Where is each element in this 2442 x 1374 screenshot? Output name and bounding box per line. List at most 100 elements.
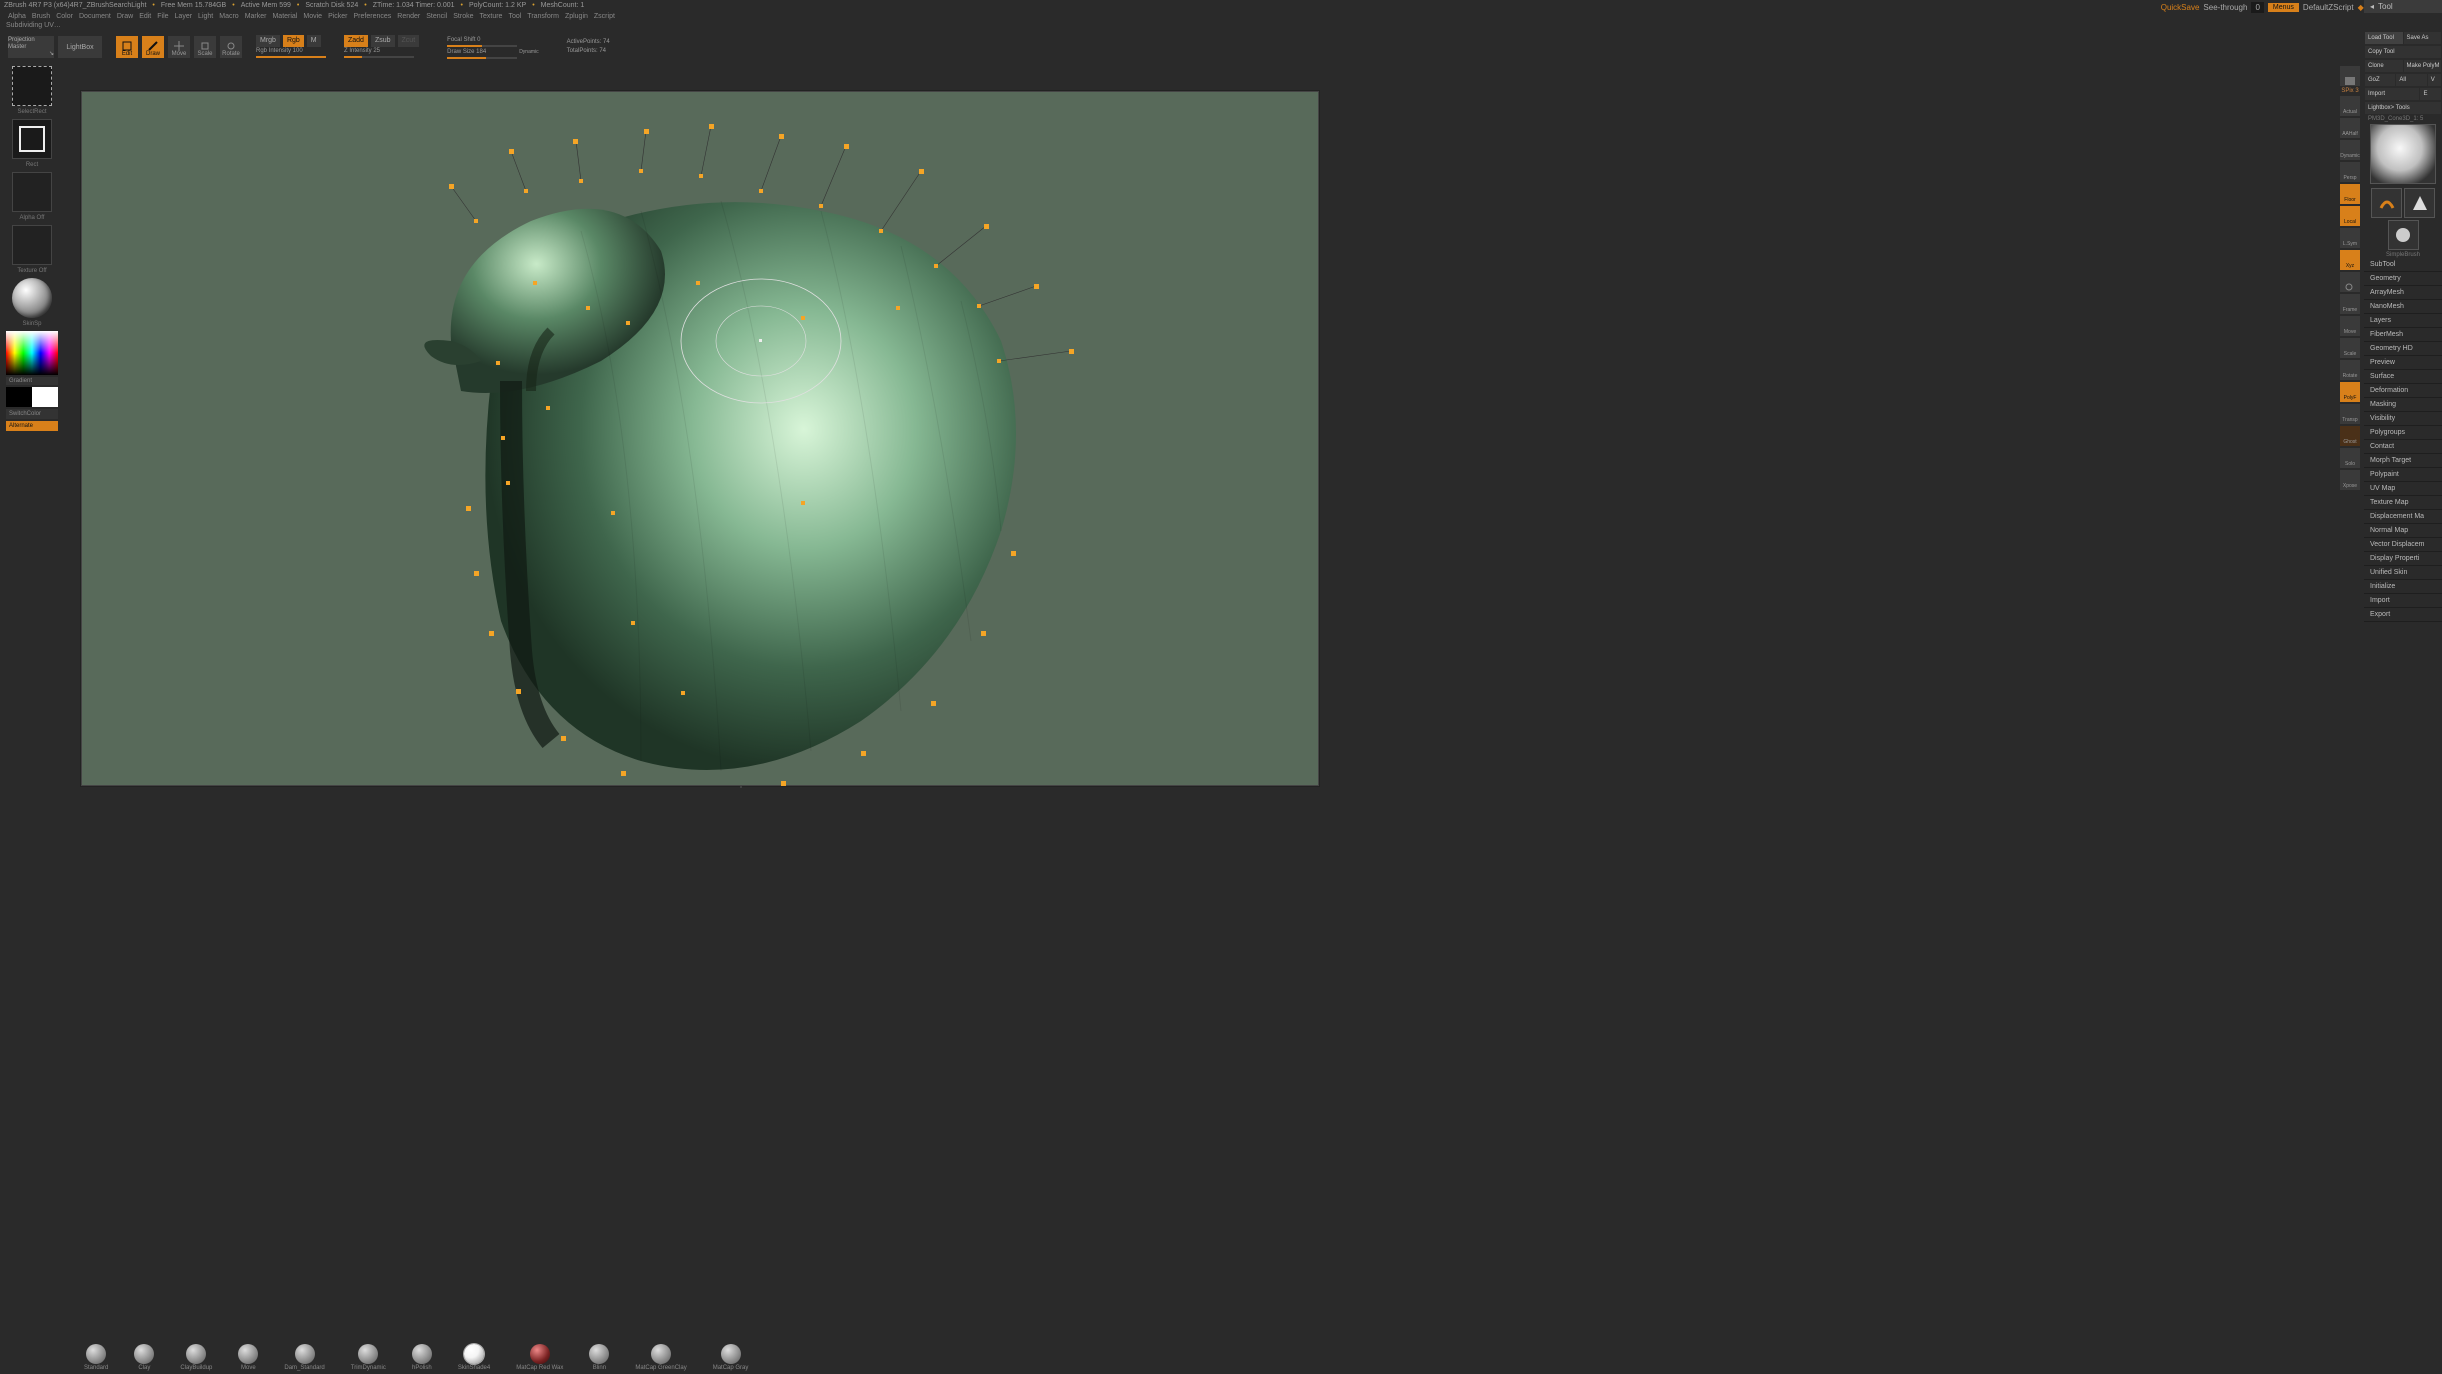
- focal-shift-slider[interactable]: Focal Shift 0: [447, 35, 480, 45]
- dynamic-button[interactable]: Dynamic: [2340, 140, 2360, 160]
- menu-macro[interactable]: Macro: [219, 13, 238, 20]
- solo-button[interactable]: Solo: [2340, 448, 2360, 468]
- sec-morphtarget[interactable]: Morph Target: [2364, 454, 2442, 468]
- menu-texture[interactable]: Texture: [479, 13, 502, 20]
- sec-texturemap[interactable]: Texture Map: [2364, 496, 2442, 510]
- projection-master-button[interactable]: Projection Master↘: [8, 36, 54, 58]
- edit-mode-button[interactable]: Edit: [116, 36, 138, 58]
- floor-button[interactable]: Floor: [2340, 184, 2360, 204]
- sec-contact[interactable]: Contact: [2364, 440, 2442, 454]
- lightbox-button[interactable]: LightBox: [58, 36, 102, 58]
- sec-uvmap[interactable]: UV Map: [2364, 482, 2442, 496]
- actual-button[interactable]: Actual: [2340, 96, 2360, 116]
- sec-surface[interactable]: Surface: [2364, 370, 2442, 384]
- brush-standard[interactable]: Standard: [84, 1344, 108, 1371]
- menu-stencil[interactable]: Stencil: [426, 13, 447, 20]
- persp-button[interactable]: Persp: [2340, 162, 2360, 182]
- brush-clay[interactable]: Clay: [134, 1344, 154, 1371]
- copy-tool-button[interactable]: Copy Tool: [2365, 46, 2441, 58]
- goz-all-button[interactable]: All: [2396, 74, 2426, 86]
- menu-alpha[interactable]: Alpha: [8, 13, 26, 20]
- rgb-intensity-slider[interactable]: Rgb Intensity 100: [256, 46, 303, 56]
- sec-polygroups[interactable]: Polygroups: [2364, 426, 2442, 440]
- menu-marker[interactable]: Marker: [245, 13, 267, 20]
- sec-displayprop[interactable]: Display Properti: [2364, 552, 2442, 566]
- tool-mini-simplebrush[interactable]: [2371, 188, 2402, 218]
- sec-export[interactable]: Export: [2364, 608, 2442, 622]
- load-tool-button[interactable]: Load Tool: [2365, 32, 2403, 44]
- menu-picker[interactable]: Picker: [328, 13, 347, 20]
- sec-deformation[interactable]: Deformation: [2364, 384, 2442, 398]
- sec-unifiedskin[interactable]: Unified Skin: [2364, 566, 2442, 580]
- frame-button[interactable]: Frame: [2340, 294, 2360, 314]
- move-mode-button[interactable]: Move: [168, 36, 190, 58]
- menu-color[interactable]: Color: [56, 13, 73, 20]
- scale-view-button[interactable]: Scale: [2340, 338, 2360, 358]
- import-button[interactable]: Import: [2365, 88, 2419, 100]
- sec-polypaint[interactable]: Polypaint: [2364, 468, 2442, 482]
- menu-zscript[interactable]: Zscript: [594, 13, 615, 20]
- material-gray[interactable]: MatCap Gray: [713, 1344, 749, 1371]
- xyz-button[interactable]: Xyz: [2340, 250, 2360, 270]
- tool-mini-cone3d[interactable]: [2404, 188, 2435, 218]
- material-blinn[interactable]: Blinn: [589, 1344, 609, 1371]
- color-picker[interactable]: [6, 331, 58, 375]
- menu-edit[interactable]: Edit: [139, 13, 151, 20]
- see-through-slider[interactable]: 0: [2251, 2, 2263, 13]
- sec-arraymesh[interactable]: ArrayMesh: [2364, 286, 2442, 300]
- transp-button[interactable]: Transp: [2340, 404, 2360, 424]
- z-intensity-slider[interactable]: Z Intensity 25: [344, 46, 380, 56]
- sec-nanomesh[interactable]: NanoMesh: [2364, 300, 2442, 314]
- material-redwax[interactable]: MatCap Red Wax: [516, 1344, 563, 1371]
- material-greenclay[interactable]: MatCap GreenClay: [635, 1344, 686, 1371]
- move-view-button[interactable]: Move: [2340, 316, 2360, 336]
- material-skinshade4[interactable]: SkinShade4: [458, 1344, 490, 1371]
- xpose-button[interactable]: Xpose: [2340, 470, 2360, 490]
- sec-import[interactable]: Import: [2364, 594, 2442, 608]
- sec-layers[interactable]: Layers: [2364, 314, 2442, 328]
- sec-normalmap[interactable]: Normal Map: [2364, 524, 2442, 538]
- stroke-thumb[interactable]: [12, 66, 52, 106]
- sec-geometryhd[interactable]: Geometry HD: [2364, 342, 2442, 356]
- draw-mode-button[interactable]: Draw: [142, 36, 164, 58]
- scale-mode-button[interactable]: Scale: [194, 36, 216, 58]
- aahalf-button[interactable]: AAHalf: [2340, 118, 2360, 138]
- quicksave-button[interactable]: QuickSave: [2161, 3, 2200, 12]
- alternate-button[interactable]: Alternate: [6, 421, 58, 431]
- material-thumb[interactable]: [12, 278, 52, 318]
- sec-initialize[interactable]: Initialize: [2364, 580, 2442, 594]
- lsym-button[interactable]: L.Sym: [2340, 228, 2360, 248]
- color-swatches[interactable]: [6, 387, 58, 407]
- bpr-button[interactable]: [2340, 66, 2360, 86]
- export-button[interactable]: E: [2420, 88, 2441, 100]
- rotate-view-button[interactable]: Rotate: [2340, 360, 2360, 380]
- local-button[interactable]: Local: [2340, 206, 2360, 226]
- viewport[interactable]: [80, 90, 1320, 787]
- brush-damstandard[interactable]: Dam_Standard: [284, 1344, 324, 1371]
- sec-preview[interactable]: Preview: [2364, 356, 2442, 370]
- tool-mini-pm3d[interactable]: [2388, 220, 2419, 250]
- defaultzscript-button[interactable]: DefaultZScript: [2303, 3, 2354, 12]
- menu-draw[interactable]: Draw: [117, 13, 133, 20]
- sec-masking[interactable]: Masking: [2364, 398, 2442, 412]
- menu-material[interactable]: Material: [272, 13, 297, 20]
- menu-zplugin[interactable]: Zplugin: [565, 13, 588, 20]
- rect-thumb[interactable]: [12, 119, 52, 159]
- polyf-button[interactable]: PolyF: [2340, 382, 2360, 402]
- menu-brush[interactable]: Brush: [32, 13, 50, 20]
- sec-displacement[interactable]: Displacement Ma: [2364, 510, 2442, 524]
- sec-vectordisp[interactable]: Vector Displacem: [2364, 538, 2442, 552]
- brush-move[interactable]: Move: [238, 1344, 258, 1371]
- menus-toggle[interactable]: Menus: [2268, 3, 2299, 12]
- menu-preferences[interactable]: Preferences: [354, 13, 392, 20]
- sec-subtool[interactable]: SubTool: [2364, 258, 2442, 272]
- menu-render[interactable]: Render: [397, 13, 420, 20]
- gradient-toggle[interactable]: Gradient: [6, 377, 58, 385]
- goz-visible-button[interactable]: V: [2428, 74, 2441, 86]
- menu-file[interactable]: File: [157, 13, 168, 20]
- menu-light[interactable]: Light: [198, 13, 213, 20]
- draw-size-slider[interactable]: Draw Size 184: [447, 47, 486, 57]
- make-polymesh-button[interactable]: Make PolyM: [2404, 60, 2442, 72]
- sec-geometry[interactable]: Geometry: [2364, 272, 2442, 286]
- sec-fibermesh[interactable]: FiberMesh: [2364, 328, 2442, 342]
